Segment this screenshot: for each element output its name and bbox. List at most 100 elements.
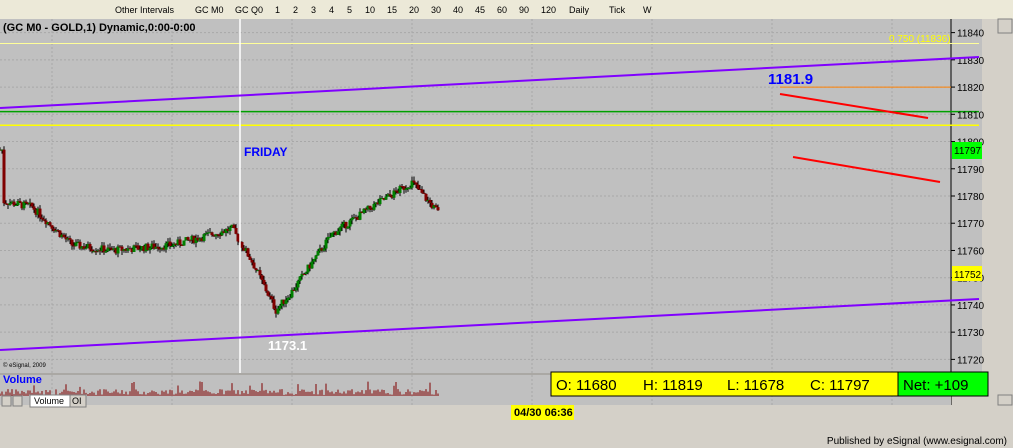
candle-body [218,235,222,237]
toolbar-item[interactable]: Daily [569,5,590,15]
candle-body [346,226,350,229]
y-tick-label: 11740 [957,301,985,312]
candle-body [88,243,92,250]
high-label: 1181.9 [768,71,813,88]
candle-body [414,182,418,185]
candle-body [84,247,88,249]
candle-body [424,193,428,201]
candle-body [314,255,318,260]
candle-body [422,192,426,194]
tab-oi-label: OI [72,396,82,406]
candle-body [312,259,316,262]
tab-bar: Volume OI [1,394,87,408]
candle-body [252,262,256,269]
candle-body [30,202,34,207]
toolbar-item[interactable]: 90 [519,5,529,15]
toolbar-item[interactable]: 45 [475,5,485,15]
candle-body [378,198,382,205]
y-tick-label: 11760 [957,246,985,257]
candle-body [328,236,332,238]
candle-body [182,240,186,246]
candle-body [358,211,362,220]
ohlc-close: C: 11797 [810,377,870,394]
candle-body [234,227,238,234]
candle-body [50,225,54,229]
candle-body [294,287,298,291]
candle-body [284,300,288,304]
candle-body [8,203,12,205]
candle-body [68,238,72,240]
toolbar-item[interactable]: 3 [311,5,316,15]
candle-body [262,279,266,285]
scroll-up[interactable] [997,18,1013,34]
candle-body [254,268,258,271]
candle-body [246,248,250,257]
toolbar-item[interactable]: 60 [497,5,507,15]
fib-label: 0.750 (11836) [889,34,951,45]
toolbar-item[interactable]: Other Intervals [115,5,175,15]
candle-body [216,234,220,236]
toolbar-item[interactable]: 30 [431,5,441,15]
tab-nav-right[interactable] [12,395,23,407]
chart-title: (GC M0 - GOLD,1) Dynamic,0:00-0:00 [3,22,196,34]
candle-body [232,224,236,228]
tab-nav-left[interactable] [1,395,12,407]
toolbar-item[interactable]: 10 [365,5,375,15]
candle-body [340,223,344,228]
candle-body [420,189,424,193]
toolbar-item[interactable]: 20 [409,5,419,15]
candle-body [388,194,392,196]
y-tick-label: 11820 [957,83,985,94]
y-tick-label: 11720 [957,355,985,366]
toolbar-item[interactable]: 40 [453,5,463,15]
candle-body [434,205,438,208]
toolbar-item[interactable]: W [643,5,652,15]
candle-body [258,270,262,276]
candle-body [2,149,6,204]
candle-body [138,249,142,251]
candle-body [316,251,320,256]
ohlc-open: O: 11680 [556,377,617,394]
toolbar-item[interactable]: Tick [609,5,626,15]
candle-body [136,245,140,250]
right-margin [982,19,1013,429]
candle-body [368,205,372,209]
candle-body [350,217,354,221]
toolbar-item[interactable]: 120 [541,5,556,15]
candle-body [398,186,402,194]
candle-body [48,222,52,226]
candle-body [164,243,168,250]
candle-body [170,245,174,247]
toolbar-item[interactable]: 4 [329,5,334,15]
toolbar-item[interactable]: 15 [387,5,397,15]
toolbar-item[interactable]: 5 [347,5,352,15]
candle-body [336,231,340,235]
candle-body [264,284,268,292]
candle-body [428,199,432,203]
volume-label: Volume [3,374,42,386]
candle-body [248,256,252,260]
candle-body [384,196,388,200]
y-tick-label: 11790 [957,165,985,176]
y-tick-label: 11780 [957,192,985,203]
toolbar-item[interactable]: GC M0 [195,5,224,15]
scroll-down[interactable] [997,394,1013,406]
toolbar-item[interactable]: GC Q0 [235,5,263,15]
candle-body [322,248,326,251]
candle-body [168,241,172,247]
toolbar-item[interactable]: 2 [293,5,298,15]
publisher-footer: Published by eSignal (www.esignal.com) [826,436,1007,447]
candle-body [186,237,190,240]
candle-body [38,208,42,218]
ohlc-high: H: 11819 [643,377,703,394]
candle-body [12,201,16,206]
candle-body [42,219,46,221]
candle-body [272,299,276,309]
candle-body [298,276,302,281]
candle-body [260,275,264,280]
toolbar-item[interactable]: 1 [275,5,280,15]
friday-label: FRIDAY [244,145,288,159]
candle-body [348,220,352,227]
candle-body [278,305,282,309]
candle-body [250,259,254,263]
